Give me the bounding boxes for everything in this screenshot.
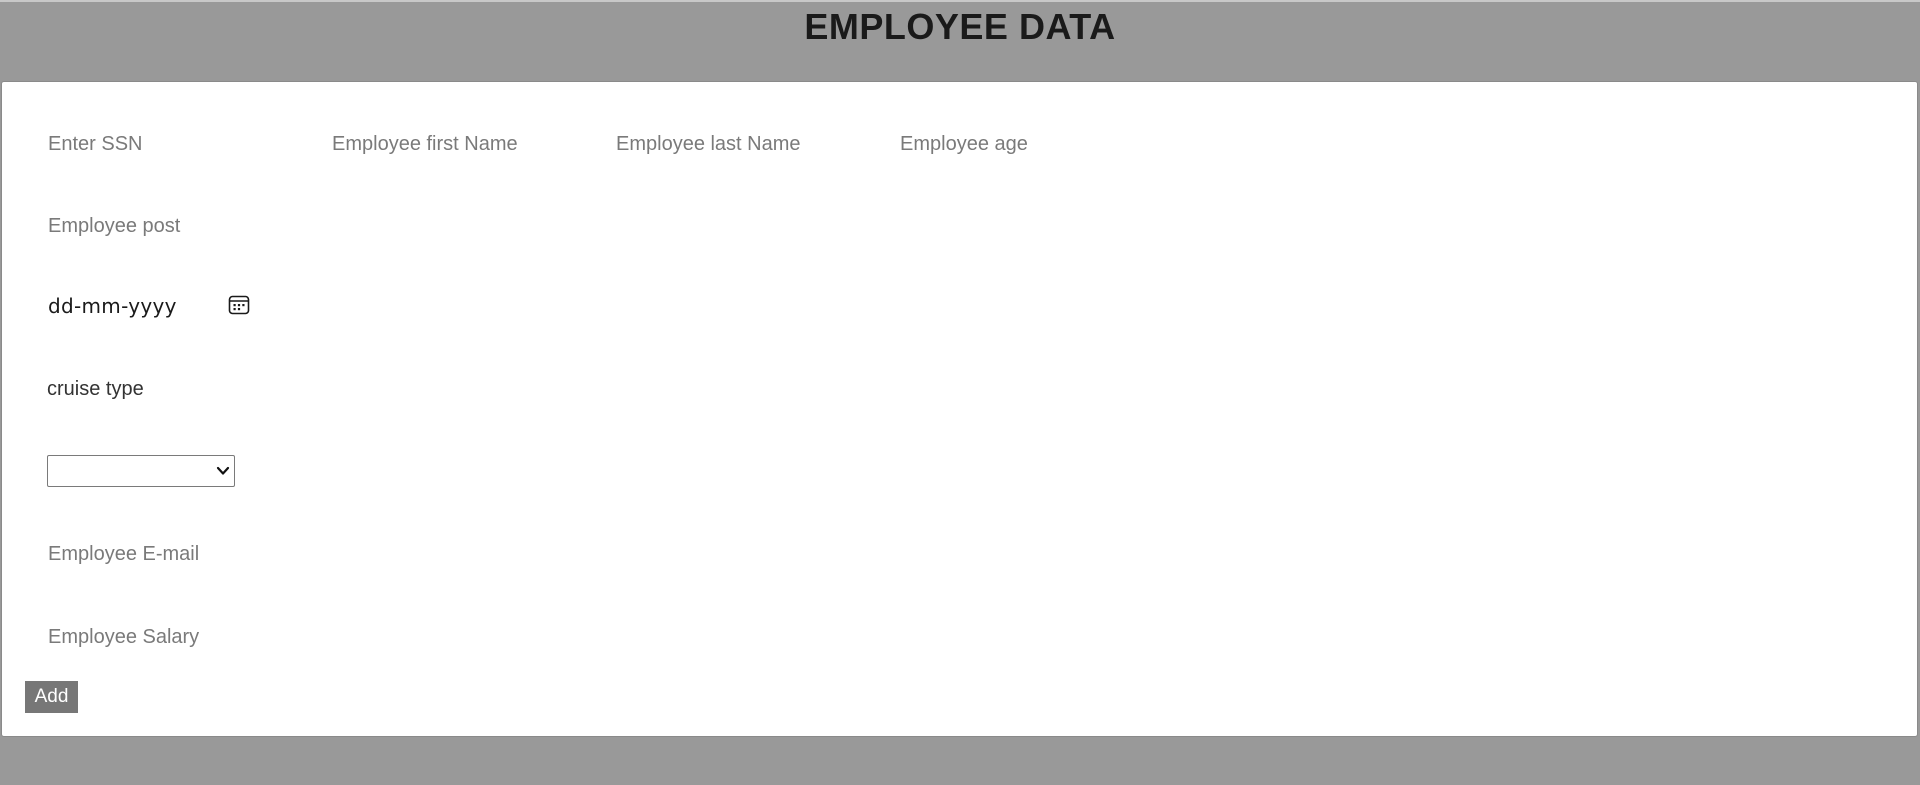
page: EMPLOYEE DATA dd-mm-yyyy cruise type (0, 0, 1920, 785)
ssn-input[interactable] (48, 129, 308, 159)
page-title: EMPLOYEE DATA (804, 6, 1116, 47)
date-format-text: dd-mm-yyyy (48, 294, 177, 318)
post-input[interactable] (48, 211, 308, 241)
date-input[interactable]: dd-mm-yyyy (48, 290, 258, 322)
cruise-type-select[interactable] (47, 455, 235, 487)
calendar-icon[interactable] (228, 294, 250, 316)
salary-input[interactable] (48, 622, 308, 652)
add-button[interactable]: Add (25, 681, 78, 713)
chevron-down-icon (216, 466, 230, 475)
cruise-type-label: cruise type (47, 378, 144, 400)
email-input[interactable] (48, 539, 308, 569)
employee-form: dd-mm-yyyy cruise type Add (1, 81, 1918, 737)
last-name-input[interactable] (616, 129, 876, 159)
age-input[interactable] (900, 129, 1160, 159)
first-name-input[interactable] (332, 129, 592, 159)
